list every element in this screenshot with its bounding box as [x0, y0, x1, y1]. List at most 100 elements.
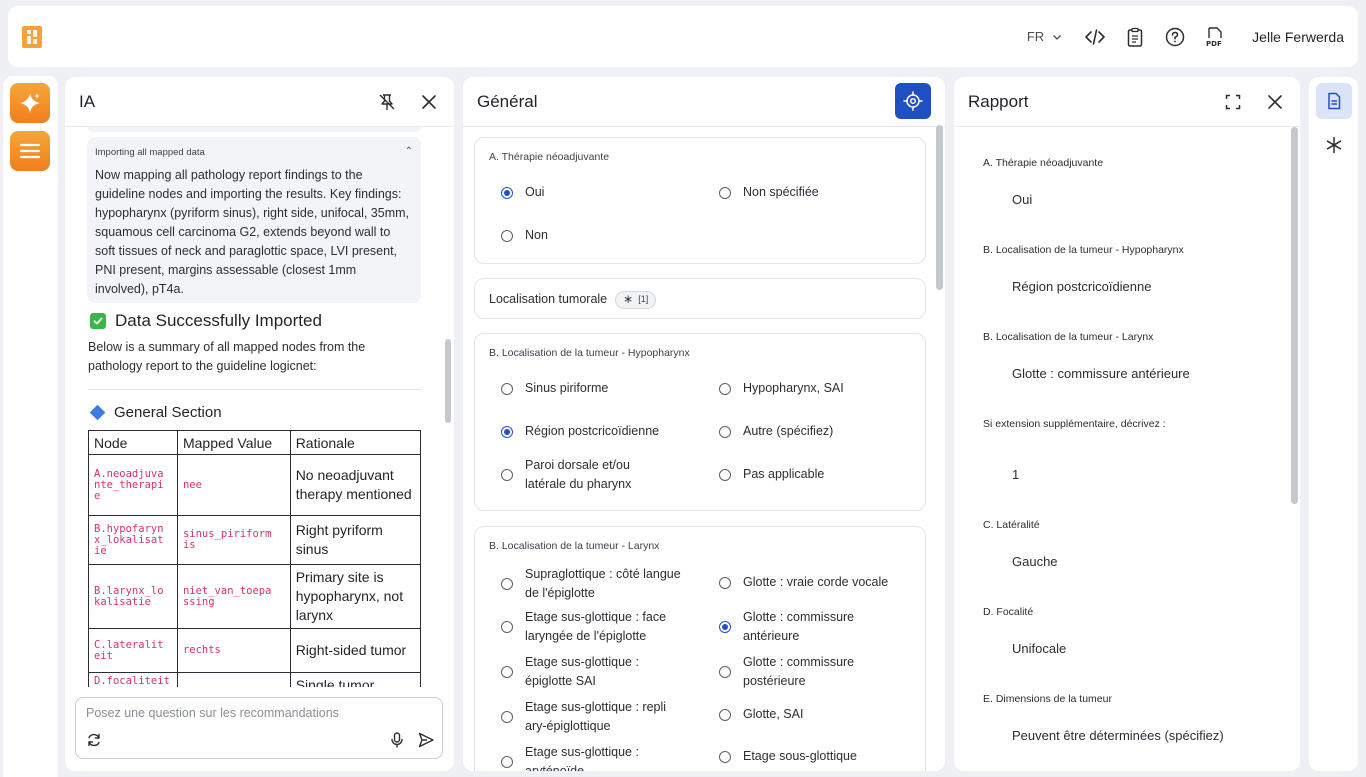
hamburger-icon [19, 143, 41, 159]
radio-option[interactable]: Supraglottique : côté langue de l'épiglo… [501, 565, 681, 603]
report-item-value: Région postcricoïdienne [1012, 279, 1152, 294]
app-logo-icon[interactable] [21, 25, 43, 49]
table-header: Mapped Value [176, 430, 291, 455]
radio-option[interactable]: Autre (spécifiez) [719, 422, 833, 441]
target-button[interactable] [895, 83, 931, 119]
ia-chat-scroll[interactable]: Importing all mapped data ⌃ Now mapping … [65, 127, 454, 687]
fullscreen-icon[interactable] [1222, 91, 1244, 113]
option-label: Sinus piriforme [525, 381, 609, 395]
thinking-body: Now mapping all pathology report finding… [95, 168, 410, 296]
card-larynx-localisation: B. Localisation de la tumeur - Larynx Su… [474, 526, 926, 771]
card-title: B. Localisation de la tumeur - Larynx [489, 540, 660, 552]
radio-option[interactable]: Etage sus-glottique : épiglotte SAI [501, 653, 671, 691]
language-selector[interactable]: FR [1027, 29, 1062, 44]
option-label: Etage sus-glottique : face laryngée de l… [525, 610, 667, 643]
previous-message-edge [87, 127, 421, 132]
chevron-down-icon [1053, 34, 1062, 40]
send-icon[interactable] [417, 731, 435, 749]
mapping-table: Node Mapped Value Rationale A.neoadjuva … [88, 430, 422, 687]
menu-button[interactable] [10, 131, 50, 171]
option-label: Hypopharynx, SAI [743, 381, 844, 395]
username[interactable]: Jelle Ferwerda [1252, 29, 1344, 45]
rapport-scroll[interactable]: A. Thérapie néoadjuvante Oui B. Localisa… [954, 127, 1300, 771]
radio-option[interactable]: Etage sus-glottique : repli ary-épiglott… [501, 698, 681, 736]
radio-icon [719, 708, 731, 721]
report-item-value: 1 [1012, 467, 1020, 482]
clipboard-icon[interactable] [1124, 26, 1146, 48]
reference-tag[interactable]: ∗ [1] [615, 290, 657, 309]
report-item-label: E. Dimensions de la tumeur [983, 693, 1112, 705]
radio-icon [501, 382, 513, 395]
report-item-label: B. Localisation de la tumeur - Hypophary… [983, 244, 1184, 256]
radio-option[interactable]: Région postcricoïdienne [501, 422, 659, 441]
asterisk-icon[interactable] [1324, 135, 1344, 155]
table-row: C.lateralit eit rechts Right-sided tumor [88, 628, 422, 673]
table-cell-rationale: Right-sided tumor [289, 628, 422, 673]
general-form-scroll[interactable]: A. Thérapie néoadjuvante Oui Non spécifi… [463, 127, 945, 771]
report-item-value: Gauche [1012, 554, 1058, 569]
radio-icon [501, 469, 513, 481]
report-document-button[interactable] [1316, 83, 1352, 119]
radio-icon [501, 425, 513, 438]
thinking-block[interactable]: Importing all mapped data ⌃ Now mapping … [87, 137, 421, 303]
close-icon[interactable] [418, 91, 440, 113]
success-heading: Data Successfully Imported [90, 311, 322, 331]
radio-option[interactable]: Glotte : commissure antérieure [719, 608, 879, 646]
general-panel-title: Général [477, 91, 538, 111]
radio-icon [501, 578, 513, 590]
table-cell-value: sinus_piriform is [176, 515, 291, 565]
table-cell-node: C.lateralit eit [88, 628, 178, 673]
table-cell-value: nee [176, 454, 291, 516]
option-label: Pas applicable [743, 467, 825, 481]
chevron-up-icon[interactable]: ⌃ [405, 146, 413, 157]
ai-sparkle-button[interactable] [10, 83, 50, 123]
left-rail [3, 76, 58, 777]
radio-option[interactable]: Etage sus-glottique : face laryngée de l… [501, 608, 681, 646]
option-label: Glotte : commissure antérieure [743, 610, 855, 643]
divider [88, 389, 421, 390]
microphone-icon[interactable] [388, 731, 406, 749]
close-icon[interactable] [1264, 91, 1286, 113]
report-item-value: Unifocale [1012, 641, 1067, 656]
radio-option[interactable]: Non spécifiée [719, 183, 819, 202]
radio-option[interactable]: Paroi dorsale et/ou latérale du pharynx [501, 456, 671, 494]
radio-option[interactable]: Etage sous-glottique [719, 747, 857, 766]
pdf-icon[interactable]: PDF [1204, 26, 1226, 48]
diamond-icon [89, 404, 106, 421]
table-header-row: Node Mapped Value Rationale [88, 430, 422, 455]
radio-option[interactable]: Oui [501, 183, 544, 202]
table-header: Rationale [289, 430, 422, 455]
radio-option[interactable]: Glotte : commissure postérieure [719, 653, 879, 691]
report-item-label: D. Focalité [983, 606, 1034, 618]
table-cell-rationale: Single tumor [289, 672, 422, 687]
radio-option[interactable]: Etage sus-glottique : aryténoïde [501, 743, 671, 771]
help-icon[interactable] [1164, 26, 1186, 48]
radio-option[interactable]: Pas applicable [719, 465, 824, 484]
radio-option[interactable]: Glotte : vraie corde vocale [719, 573, 888, 592]
card-title: B. Localisation de la tumeur - Hypophary… [489, 347, 690, 359]
general-scrollbar[interactable] [936, 125, 943, 290]
radio-option[interactable]: Hypopharynx, SAI [719, 379, 844, 398]
rapport-scrollbar[interactable] [1291, 127, 1298, 504]
card-tumor-localisation[interactable]: Localisation tumorale ∗ [1] [474, 278, 926, 319]
radio-option[interactable]: Glotte, SAI [719, 705, 803, 724]
radio-option[interactable]: Sinus piriforme [501, 379, 608, 398]
radio-option[interactable]: Non [501, 226, 548, 245]
reference-tag-label: [1] [638, 294, 649, 304]
localisation-label: Localisation tumorale [489, 292, 608, 306]
report-item-label: B. Localisation de la tumeur - Larynx [983, 331, 1154, 343]
report-item-label: C. Latéralité [983, 519, 1040, 531]
unpin-icon[interactable] [376, 91, 398, 113]
check-icon [90, 313, 106, 329]
radio-icon [501, 621, 513, 633]
option-label: Etage sous-glottique [743, 749, 857, 763]
chat-input[interactable] [86, 706, 426, 720]
radio-icon [719, 576, 731, 589]
section-title: General Section [114, 404, 222, 421]
table-header: Node [88, 430, 178, 455]
ia-panel: IA Importing all mapped data ⌃ Now mappi… [65, 77, 454, 771]
ia-scrollbar[interactable] [445, 339, 451, 423]
refresh-icon[interactable] [85, 731, 103, 749]
table-cell-node: B.larynx_lo kalisatie [88, 564, 178, 629]
code-icon[interactable] [1084, 26, 1106, 48]
